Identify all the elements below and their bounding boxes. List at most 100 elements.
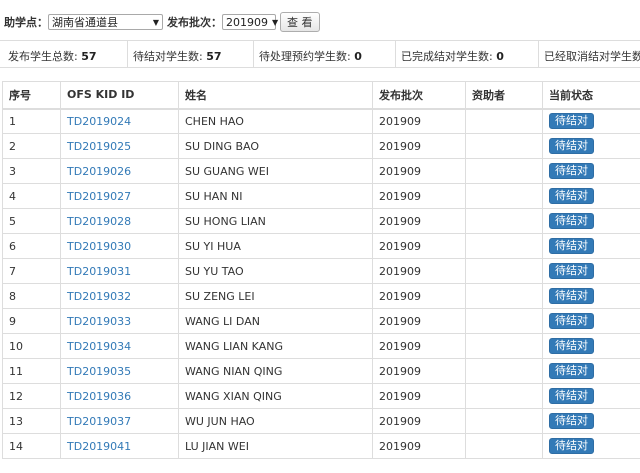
kid-id-link[interactable]: TD2019037 (67, 415, 131, 428)
cell-batch: 201909 (372, 333, 466, 359)
kid-id-link[interactable]: TD2019030 (67, 240, 131, 253)
stat-pending-booking-value: 0 (354, 50, 362, 63)
table-row: 2 TD2019025 SU DING BAO 201909 待结对 (2, 133, 640, 159)
cell-status: 待结对 (542, 383, 640, 409)
kid-id-link[interactable]: TD2019026 (67, 165, 131, 178)
cell-no: 12 (2, 383, 61, 409)
cell-name: SU DING BAO (178, 133, 373, 159)
status-button[interactable]: 待结对 (549, 213, 594, 229)
kid-id-link[interactable]: TD2019028 (67, 215, 131, 228)
cell-status: 待结对 (542, 108, 640, 134)
cell-sponsor (465, 158, 543, 184)
table-row: 12 TD2019036 WANG XIAN QING 201909 待结对 (2, 383, 640, 409)
status-button[interactable]: 待结对 (549, 263, 594, 279)
cell-sponsor (465, 333, 543, 359)
kid-id-link[interactable]: TD2019027 (67, 190, 131, 203)
status-button[interactable]: 待结对 (549, 438, 594, 454)
kid-id-link[interactable]: TD2019036 (67, 390, 131, 403)
kid-id-link[interactable]: TD2019034 (67, 340, 131, 353)
cell-name: WANG LIAN KANG (178, 333, 373, 359)
status-button[interactable]: 待结对 (549, 238, 594, 254)
view-button[interactable]: 查 看 (280, 12, 320, 32)
table-row: 4 TD2019027 SU HAN NI 201909 待结对 (2, 183, 640, 209)
status-button[interactable]: 待结对 (549, 163, 594, 179)
status-button[interactable]: 待结对 (549, 288, 594, 304)
site-select[interactable]: 湖南省通道县 ▼ (48, 14, 163, 30)
cell-sponsor (465, 383, 543, 409)
chevron-down-icon: ▼ (272, 17, 279, 27)
status-button[interactable]: 待结对 (549, 113, 594, 130)
cell-kid-id: TD2019037 (60, 408, 179, 434)
stat-pending-booking: 待处理预约学生数: 0 (259, 48, 362, 64)
cell-kid-id: TD2019030 (60, 233, 179, 259)
stat-completed: 已完成结对学生数: 0 (401, 48, 504, 64)
student-table: 序号 OFS KID ID 姓名 发布批次 资助者 当前状态 1 TD201902… (2, 81, 640, 459)
cell-sponsor (465, 233, 543, 259)
cell-kid-id: TD2019026 (60, 158, 179, 184)
cell-no: 14 (2, 433, 61, 459)
kid-id-link[interactable]: TD2019041 (67, 440, 131, 453)
cell-batch: 201909 (372, 208, 466, 234)
stat-completed-label: 已完成结对学生数: (401, 50, 493, 63)
cell-kid-id: TD2019032 (60, 283, 179, 309)
status-button[interactable]: 待结对 (549, 338, 594, 354)
cell-kid-id: TD2019031 (60, 258, 179, 284)
cell-no: 4 (2, 183, 61, 209)
cell-sponsor (465, 108, 543, 134)
col-header-status: 当前状态 (542, 81, 640, 110)
cell-status: 待结对 (542, 308, 640, 334)
status-button[interactable]: 待结对 (549, 413, 594, 429)
table-row: 8 TD2019032 SU ZENG LEI 201909 待结对 (2, 283, 640, 309)
divider (538, 41, 539, 67)
col-header-no: 序号 (2, 81, 61, 110)
table-row: 7 TD2019031 SU YU TAO 201909 待结对 (2, 258, 640, 284)
batch-select-value: 201909 (226, 15, 268, 29)
cell-name: WANG NIAN QING (178, 358, 373, 384)
status-button[interactable]: 待结对 (549, 388, 594, 404)
kid-id-link[interactable]: TD2019032 (67, 290, 131, 303)
cell-kid-id: TD2019036 (60, 383, 179, 409)
cell-kid-id: TD2019041 (60, 433, 179, 459)
kid-id-link[interactable]: TD2019024 (67, 115, 131, 128)
table-row: 1 TD2019024 CHEN HAO 201909 待结对 (2, 108, 640, 134)
status-button[interactable]: 待结对 (549, 363, 594, 379)
stat-pending-pairing: 待结对学生数: 57 (133, 48, 222, 64)
status-button[interactable]: 待结对 (549, 138, 594, 154)
cell-sponsor (465, 358, 543, 384)
cell-status: 待结对 (542, 333, 640, 359)
cell-sponsor (465, 258, 543, 284)
stat-cancelled: 已经取消结对学生数: (544, 48, 640, 64)
kid-id-link[interactable]: TD2019031 (67, 265, 131, 278)
col-header-sponsor: 资助者 (465, 81, 543, 110)
table-row: 3 TD2019026 SU GUANG WEI 201909 待结对 (2, 158, 640, 184)
cell-sponsor (465, 208, 543, 234)
cell-batch: 201909 (372, 158, 466, 184)
batch-select[interactable]: 201909 ▼ (222, 14, 279, 30)
cell-name: WANG XIAN QING (178, 383, 373, 409)
kid-id-link[interactable]: TD2019025 (67, 140, 131, 153)
cell-kid-id: TD2019024 (60, 108, 179, 134)
cell-name: WANG LI DAN (178, 308, 373, 334)
status-button[interactable]: 待结对 (549, 313, 594, 329)
kid-id-link[interactable]: TD2019035 (67, 365, 131, 378)
cell-status: 待结对 (542, 158, 640, 184)
divider (253, 41, 254, 67)
cell-no: 9 (2, 308, 61, 334)
site-label: 助学点： (4, 16, 48, 29)
cell-sponsor (465, 183, 543, 209)
cell-kid-id: TD2019033 (60, 308, 179, 334)
divider (395, 41, 396, 67)
kid-id-link[interactable]: TD2019033 (67, 315, 131, 328)
cell-status: 待结对 (542, 433, 640, 459)
cell-batch: 201909 (372, 408, 466, 434)
stat-cancelled-label: 已经取消结对学生数: (544, 50, 640, 63)
cell-name: SU GUANG WEI (178, 158, 373, 184)
cell-batch: 201909 (372, 358, 466, 384)
cell-status: 待结对 (542, 358, 640, 384)
batch-label: 发布批次： (167, 16, 222, 29)
cell-kid-id: TD2019028 (60, 208, 179, 234)
cell-no: 10 (2, 333, 61, 359)
stat-total-label: 发布学生总数: (8, 50, 78, 63)
cell-no: 2 (2, 133, 61, 159)
status-button[interactable]: 待结对 (549, 188, 594, 204)
